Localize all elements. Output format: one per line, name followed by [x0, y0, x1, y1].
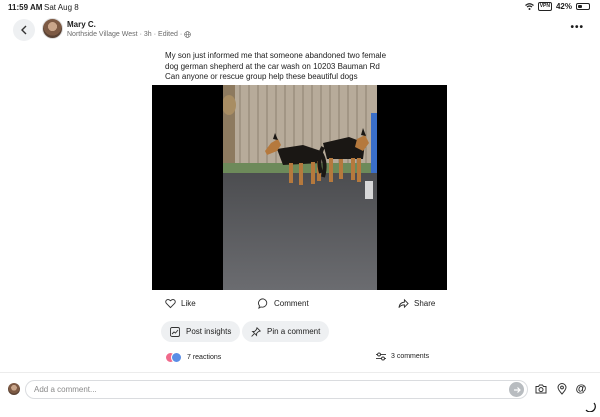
- location-pin-icon: [557, 383, 567, 395]
- pin-icon: [251, 326, 261, 337]
- author-name[interactable]: Mary C.: [67, 20, 96, 29]
- comments-summary[interactable]: 3 comments: [376, 352, 429, 361]
- comment-placeholder: Add a comment...: [34, 385, 97, 394]
- globe-icon: [184, 31, 192, 38]
- vpn-badge: VPN: [537, 2, 552, 11]
- sliders-icon: [376, 352, 386, 361]
- status-indicators: VPN 42%: [524, 2, 590, 11]
- battery-fill: [578, 5, 583, 8]
- comment-button[interactable]: Comment: [258, 298, 309, 309]
- meta-separator: ·: [179, 31, 183, 38]
- chevron-left-icon: [21, 25, 27, 35]
- wifi-icon: [524, 3, 534, 10]
- like-reaction-icon: [171, 352, 182, 363]
- speech-bubble-icon: [258, 298, 268, 309]
- arrow-right-icon: [513, 386, 521, 393]
- edited-label[interactable]: Edited: [158, 31, 178, 38]
- post-meta: Northside Village West · 3h · Edited ·: [67, 31, 192, 38]
- loading-spinner-icon: [585, 402, 596, 412]
- post-age: 3h: [143, 31, 152, 38]
- reactions-summary[interactable]: 7 reactions: [165, 352, 221, 363]
- like-button[interactable]: Like: [165, 298, 196, 309]
- pin-comment-button[interactable]: Pin a comment: [242, 321, 330, 342]
- chart-icon: [170, 326, 180, 337]
- at-icon[interactable]: @: [575, 383, 587, 395]
- meta-separator: ·: [139, 31, 142, 38]
- reactions-count: 7 reactions: [187, 354, 222, 361]
- battery-icon: [576, 3, 590, 10]
- reaction-icons: [165, 352, 183, 363]
- post-insights-button[interactable]: Post insights: [161, 321, 241, 342]
- heart-icon: [165, 299, 176, 309]
- share-icon: [398, 298, 409, 309]
- comment-input[interactable]: Add a comment...: [25, 380, 528, 399]
- post-text-line: My son just informed me that someone aba…: [165, 51, 387, 60]
- share-label: Share: [414, 299, 436, 308]
- commenter-avatar: [8, 383, 20, 395]
- author-avatar[interactable]: [42, 18, 63, 39]
- battery-percent: 42%: [555, 2, 572, 11]
- group-link[interactable]: Northside Village West: [67, 31, 138, 38]
- back-button[interactable]: [13, 19, 35, 41]
- send-button[interactable]: [509, 382, 524, 397]
- comments-count: 3 comments: [391, 353, 430, 360]
- dogs-photo: [223, 85, 377, 290]
- divider: [0, 372, 600, 373]
- more-icon[interactable]: •••: [570, 22, 584, 33]
- post-text-line: dog german shepherd at the car wash on 1…: [165, 61, 380, 71]
- camera-button[interactable]: [535, 383, 547, 395]
- status-bar: 11:59 AM Sat Aug 8 VPN 42%: [0, 0, 600, 14]
- post-insights-label: Post insights: [186, 327, 232, 336]
- share-button[interactable]: Share: [398, 298, 435, 309]
- post-text-line: Can anyone or rescue group help these be…: [165, 72, 358, 81]
- camera-icon: [535, 384, 547, 394]
- location-button[interactable]: [556, 383, 568, 395]
- meta-separator: ·: [153, 31, 157, 38]
- status-time: 11:59 AM: [8, 3, 43, 12]
- status-date: Sat Aug 8: [44, 3, 79, 12]
- comment-label: Comment: [274, 299, 309, 308]
- post-actions: Like Comment Share: [152, 298, 447, 314]
- post-body: My son just informed me that someone aba…: [165, 51, 445, 83]
- pin-comment-label: Pin a comment: [267, 327, 321, 336]
- like-label: Like: [181, 299, 196, 308]
- post-video[interactable]: [152, 85, 447, 290]
